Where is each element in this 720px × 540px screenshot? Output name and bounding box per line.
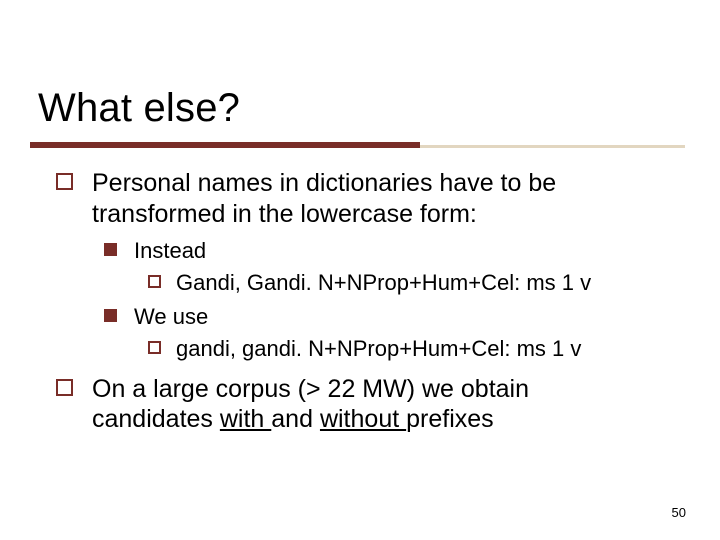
- slide: What else? Personal names in dictionarie…: [0, 0, 720, 540]
- bullet-text: gandi, gandi. N+NProp+Hum+Cel: ms 1 v: [176, 336, 581, 361]
- bullet-level3: gandi, gandi. N+NProp+Hum+Cel: ms 1 v: [44, 335, 684, 363]
- bullet-level3: Gandi, Gandi. N+NProp+Hum+Cel: ms 1 v: [44, 269, 684, 297]
- bullet-text: Instead: [134, 238, 206, 263]
- bullet-level2: Instead: [44, 237, 684, 265]
- bullet-level1: Personal names in dictionaries have to b…: [44, 168, 684, 229]
- title-underline-dark: [30, 142, 420, 148]
- underlined-text: without: [320, 405, 406, 433]
- bullet-text: candidates: [92, 405, 220, 433]
- square-open-small-icon: [148, 341, 161, 354]
- bullet-level2: We use: [44, 303, 684, 331]
- bullet-text: prefixes: [406, 405, 494, 433]
- slide-title: What else?: [38, 86, 240, 131]
- square-filled-icon: [104, 243, 117, 256]
- bullet-text: Gandi, Gandi. N+NProp+Hum+Cel: ms 1 v: [176, 270, 591, 295]
- underlined-text: with: [220, 405, 271, 433]
- bullet-text: On a large corpus (> 22 MW) we obtain: [92, 375, 529, 403]
- square-open-icon: [56, 379, 73, 396]
- bullet-text: Personal names in dictionaries have to b…: [92, 169, 556, 197]
- page-number: 50: [672, 505, 686, 520]
- bullet-text: We use: [134, 304, 208, 329]
- square-filled-icon: [104, 309, 117, 322]
- bullet-text: transformed in the lowercase form:: [92, 200, 477, 228]
- square-open-small-icon: [148, 275, 161, 288]
- slide-body: Personal names in dictionaries have to b…: [44, 168, 684, 443]
- square-open-icon: [56, 173, 73, 190]
- title-underline-light: [420, 145, 685, 148]
- bullet-text: and: [271, 405, 320, 433]
- bullet-level1: On a large corpus (> 22 MW) we obtain ca…: [44, 374, 684, 435]
